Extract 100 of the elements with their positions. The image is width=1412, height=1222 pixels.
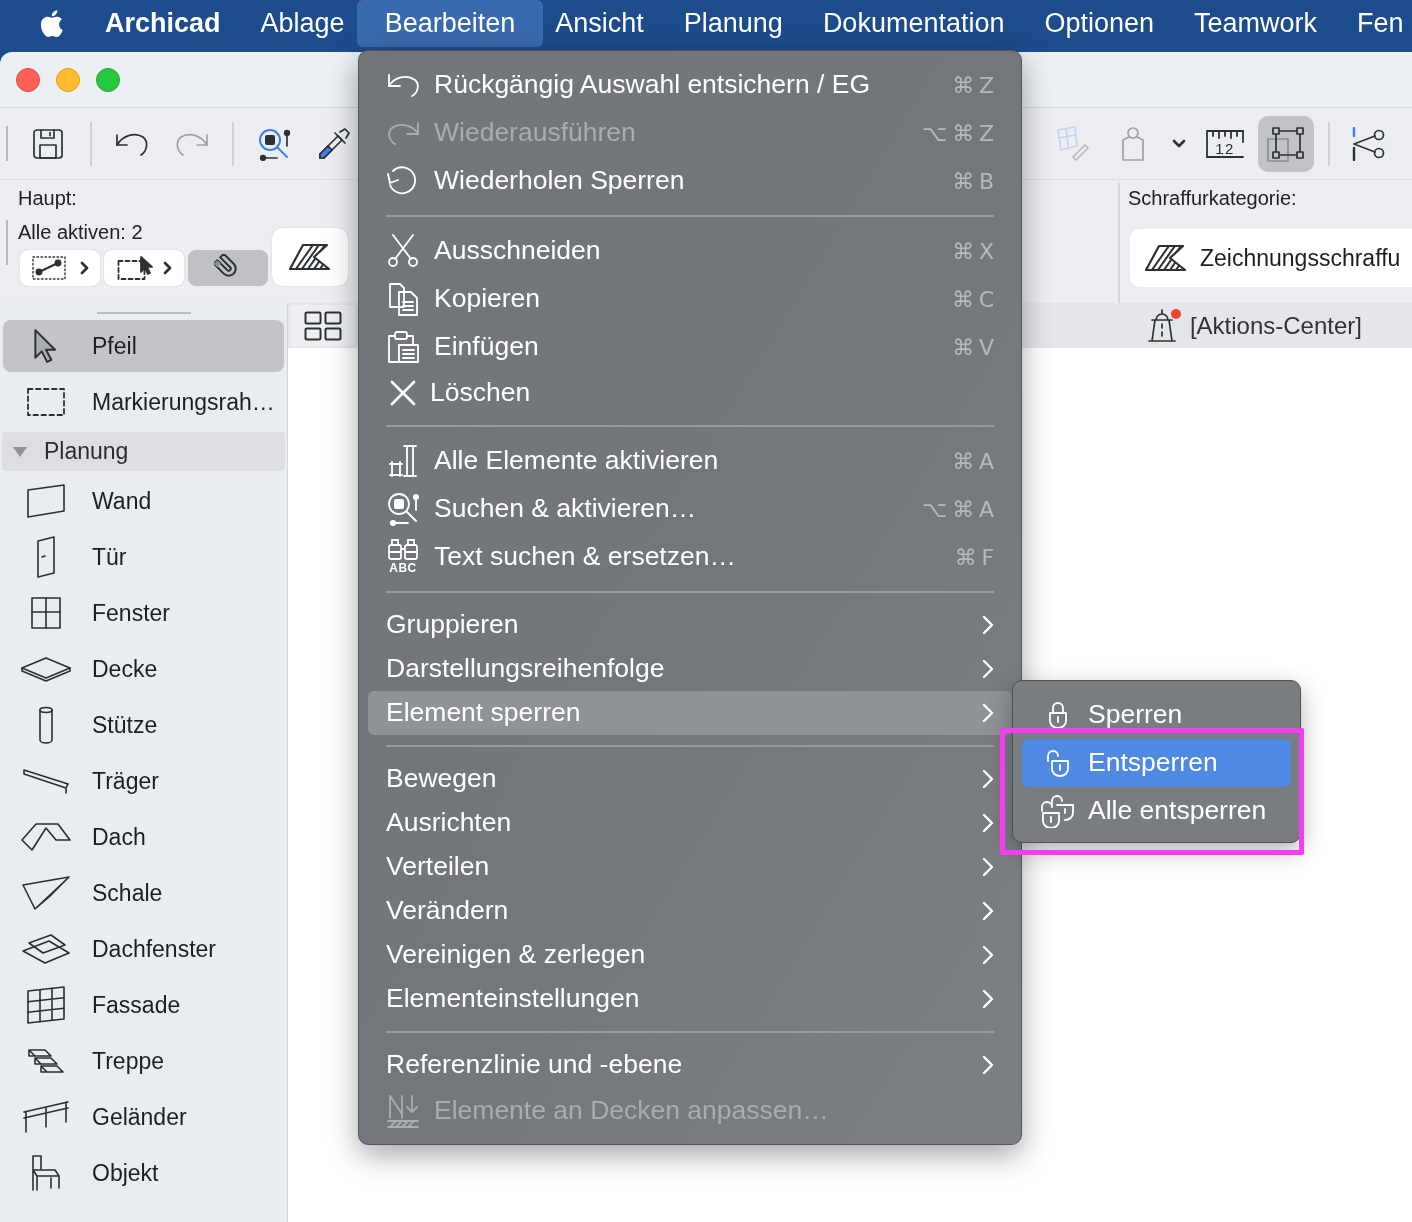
shortcut-label: ⌘V [952,333,999,362]
sidebar-item[interactable]: Schale [3,867,284,919]
clipboard-icon [387,331,419,363]
skylight-icon [22,934,70,964]
undo-icon [387,73,419,97]
menu-item[interactable]: Ausschneiden ⌘X [368,227,1012,275]
arrow-cursor-icon [34,329,58,363]
grid-view-icon [303,310,342,341]
double-unlocked-lock-icon [1041,794,1075,828]
section-header[interactable]: Planung [2,432,285,471]
submenu-item[interactable]: Alle entsperren [1022,787,1291,835]
menu-bar-item[interactable]: Fen [1337,0,1412,47]
dashed-rectangle-icon [26,387,66,417]
weight-icon [1121,126,1145,161]
menu-item[interactable]: Alle Elemente aktivieren ⌘A [368,437,1012,485]
sidebar-item[interactable]: Fenster [3,587,284,639]
menu-item[interactable]: Darstellungsreihenfolge [368,647,1012,691]
unlocked-lock-icon [1047,749,1069,777]
hatch-button[interactable] [272,228,348,286]
sidebar-item[interactable]: Pfeil [3,320,284,372]
selection-count-label: Alle aktiven: 2 [18,220,144,244]
wall-icon [27,484,65,518]
menu-item[interactable]: Löschen [368,371,1012,415]
copy-icon [388,282,418,316]
menu-bar-item[interactable]: Bearbeiten [356,0,544,47]
menu-bar-item[interactable]: Teamwork [1174,0,1338,47]
shortcut-label: ⌘C [951,285,999,314]
sidebar-item[interactable]: Stütze [3,699,284,751]
grid-pen-icon [1057,126,1091,161]
menu-item[interactable]: Gruppieren [368,603,1012,647]
curtain-wall-icon [27,986,65,1024]
shortcut-label: ⌘B [952,167,999,196]
select-all-icon [389,445,417,477]
lighthouse-icon [1147,308,1176,343]
shortcut-label: ⌘Z [952,71,999,100]
hatch-category-label: Schraffurkategorie: [1128,186,1298,210]
ruler-button[interactable]: 12 [1202,121,1248,166]
close-button[interactable] [16,67,40,92]
menu-item[interactable]: Einfügen ⌘V [368,323,1012,371]
chevron-right-icon [162,261,172,275]
shell-icon [22,876,70,910]
menu-item[interactable]: Referenzlinie und -ebene [368,1043,1012,1087]
scissors-icon [388,234,418,268]
view-toggle-button[interactable] [290,305,355,346]
transform-button[interactable] [1258,115,1314,172]
shortcut-label: ⌥⌘Z [922,119,999,148]
stair-icon [28,1049,64,1073]
column-icon [39,706,53,744]
menu-item[interactable]: Ausrichten [368,801,1012,845]
window-icon [31,597,61,629]
roof-icon [21,823,71,851]
sidebar-item[interactable]: Tür [3,531,284,583]
scissors-icon [1352,126,1386,161]
action-center-link[interactable]: [Aktions-Center] [1189,307,1362,344]
beam-icon [23,768,69,794]
floor-fit-icon [387,1094,419,1128]
sidebar-item[interactable]: Träger [3,755,284,807]
sidebar-item[interactable]: Fassade [3,979,284,1031]
submenu-item[interactable]: Sperren [1022,691,1291,739]
shortcut-label: ⌘F [954,543,999,572]
menu-item[interactable]: Elementeinstellungen [368,977,1012,1021]
chair-icon [32,1155,60,1191]
hatch-category-field[interactable]: Zeichnungsschraffu [1130,229,1412,287]
sidebar-item[interactable]: Decke [3,643,284,695]
menu-bar-item[interactable]: Optionen [1024,0,1175,47]
lock-icon [1049,701,1067,729]
search-select-icon [387,492,419,526]
x-mark-icon [390,380,416,406]
shortcut-label: ⌥⌘A [922,495,999,524]
menu-item[interactable]: Rückgängig Auswahl entsichern / EG ⌘Z [368,61,1012,109]
menu-item[interactable]: Wiederholen Sperren ⌘B [368,157,1012,205]
app-menu[interactable]: Archicad [85,0,241,47]
chevron-down-icon [1172,138,1186,149]
sidebar-item[interactable]: Wand [3,475,284,527]
menu-item[interactable]: Vereinigen & zerlegen [368,933,1012,977]
sidebar-item[interactable]: Treppe [3,1035,284,1087]
menu-bar-item[interactable]: Dokumentation [802,0,1025,47]
menu-item[interactable]: Bewegen [368,757,1012,801]
shortcut-label: ⌘A [952,447,999,476]
magnet-button[interactable] [188,250,268,286]
menu-item[interactable]: Verteilen [368,845,1012,889]
menu-item[interactable]: Kopieren ⌘C [368,275,1012,323]
line-select-button[interactable] [20,250,100,286]
find-select-icon [257,126,291,161]
sidebar-item[interactable]: Objekt [3,1147,284,1199]
sidebar-item[interactable]: Geländer [3,1091,284,1143]
marquee-select-button[interactable] [104,250,184,286]
sidebar-item[interactable]: Markierungsrah… [3,376,284,428]
slab-icon [21,656,71,682]
redo-icon [387,121,419,145]
hatch-icon [1145,244,1187,272]
repeat-icon [387,165,419,197]
menu-item[interactable]: ABC Text suchen & ersetzen… ⌘F [368,533,1012,581]
menu-item[interactable]: Suchen & aktivieren… ⌥⌘A [368,485,1012,533]
sidebar-item[interactable]: Dach [3,811,284,863]
menu-bar-item[interactable]: Planung [663,0,803,47]
apple-logo-icon[interactable] [38,8,64,39]
menu-item[interactable]: Verändern [368,889,1012,933]
sidebar-item[interactable]: Dachfenster [3,923,284,975]
transform-icon [1266,125,1306,162]
